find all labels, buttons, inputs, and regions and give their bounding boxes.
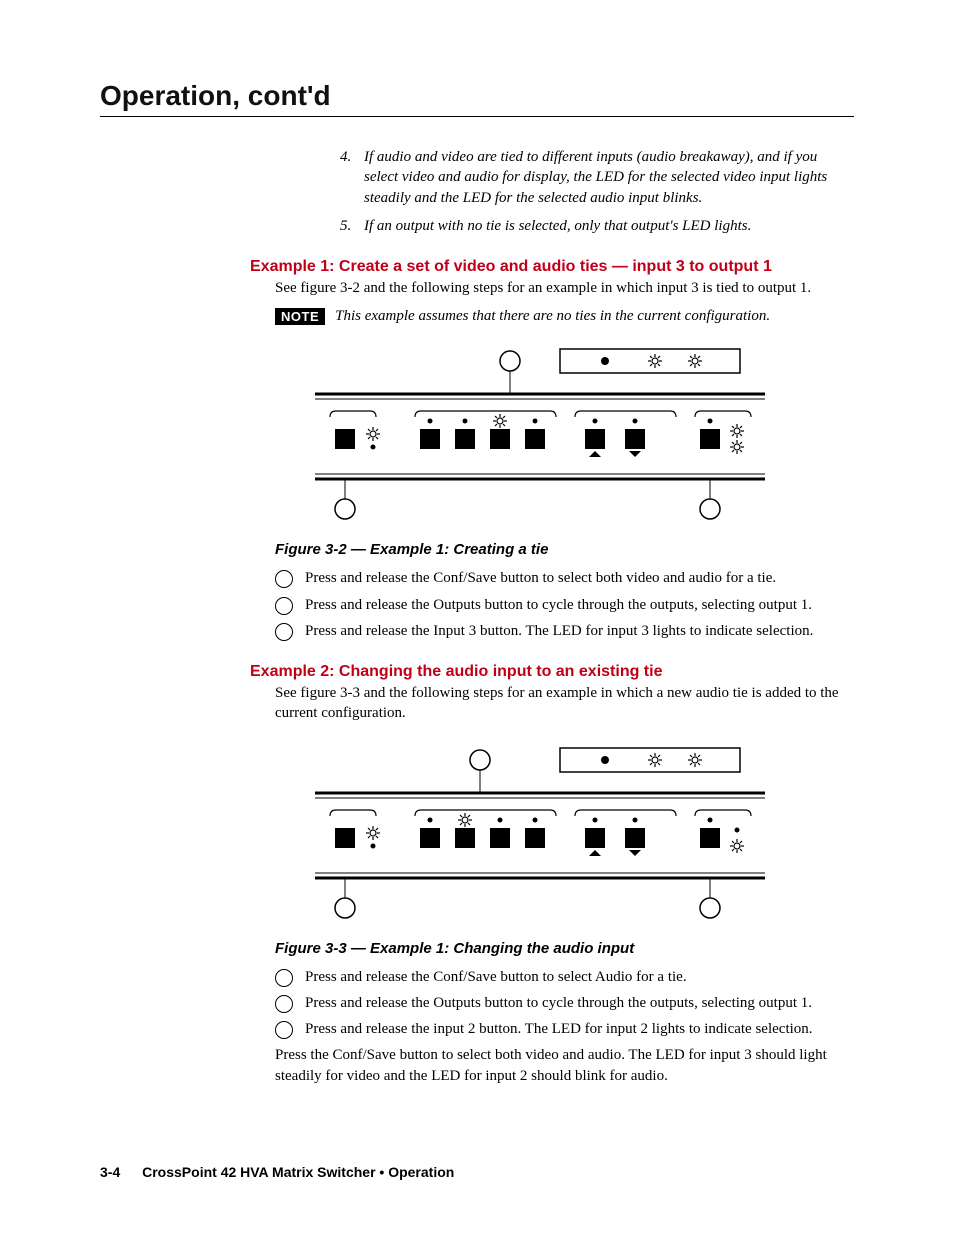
example2-step-3: Press and release the input 2 button. Th… bbox=[275, 1019, 854, 1039]
footer-page-number: 3-4 bbox=[100, 1164, 120, 1180]
bullet-icon bbox=[275, 995, 293, 1013]
page-footer: 3-4 CrossPoint 42 HVA Matrix Switcher • … bbox=[100, 1164, 454, 1180]
note-item-4-text: If audio and video are tied to different… bbox=[364, 147, 854, 208]
example2-intro: See figure 3-3 and the following steps f… bbox=[275, 683, 854, 724]
example1-step-2: Press and release the Outputs button to … bbox=[275, 595, 854, 615]
header-rule bbox=[100, 116, 854, 117]
note-item-4: 4. If audio and video are tied to differ… bbox=[340, 147, 854, 208]
bullet-icon bbox=[275, 969, 293, 987]
example2-step-1-text: Press and release the Conf/Save button t… bbox=[305, 967, 687, 987]
example2-step-2: Press and release the Outputs button to … bbox=[275, 993, 854, 1013]
example2-step-2-text: Press and release the Outputs button to … bbox=[305, 993, 812, 1013]
example1-note-row: NOTE This example assumes that there are… bbox=[275, 308, 854, 325]
example2-step-3-text: Press and release the input 2 button. Th… bbox=[305, 1019, 813, 1039]
bullet-icon bbox=[275, 597, 293, 615]
example1-step-2-text: Press and release the Outputs button to … bbox=[305, 595, 812, 615]
bullet-icon bbox=[275, 570, 293, 588]
example1-step-3: Press and release the Input 3 button. Th… bbox=[275, 621, 854, 641]
example2-step-1: Press and release the Conf/Save button t… bbox=[275, 967, 854, 987]
note-item-5-number: 5. bbox=[340, 216, 364, 236]
note-item-5: 5. If an output with no tie is selected,… bbox=[340, 216, 854, 236]
bullet-icon bbox=[275, 1021, 293, 1039]
example1-step-1-text: Press and release the Conf/Save button t… bbox=[305, 568, 776, 588]
figure-3-3-caption: Figure 3-3 — Example 1: Changing the aud… bbox=[275, 940, 854, 957]
example1-note-text: This example assumes that there are no t… bbox=[335, 308, 770, 325]
note-item-5-text: If an output with no tie is selected, on… bbox=[364, 216, 751, 236]
example2-heading: Example 2: Changing the audio input to a… bbox=[250, 663, 854, 681]
example1-intro: See figure 3-2 and the following steps f… bbox=[275, 278, 854, 298]
example1-step-1: Press and release the Conf/Save button t… bbox=[275, 568, 854, 588]
figure-3-2-caption: Figure 3-2 — Example 1: Creating a tie bbox=[275, 541, 854, 558]
figure-3-3-diagram bbox=[275, 738, 854, 928]
page-header-title: Operation, cont'd bbox=[100, 80, 854, 112]
figure-3-2-diagram bbox=[275, 339, 854, 529]
example1-step-3-text: Press and release the Input 3 button. Th… bbox=[305, 621, 813, 641]
footer-title: CrossPoint 42 HVA Matrix Switcher • Oper… bbox=[142, 1164, 454, 1180]
example2-closing: Press the Conf/Save button to select bot… bbox=[275, 1045, 854, 1086]
note-item-4-number: 4. bbox=[340, 147, 364, 208]
note-badge: NOTE bbox=[275, 308, 325, 325]
bullet-icon bbox=[275, 623, 293, 641]
example1-heading: Example 1: Create a set of video and aud… bbox=[250, 258, 854, 276]
